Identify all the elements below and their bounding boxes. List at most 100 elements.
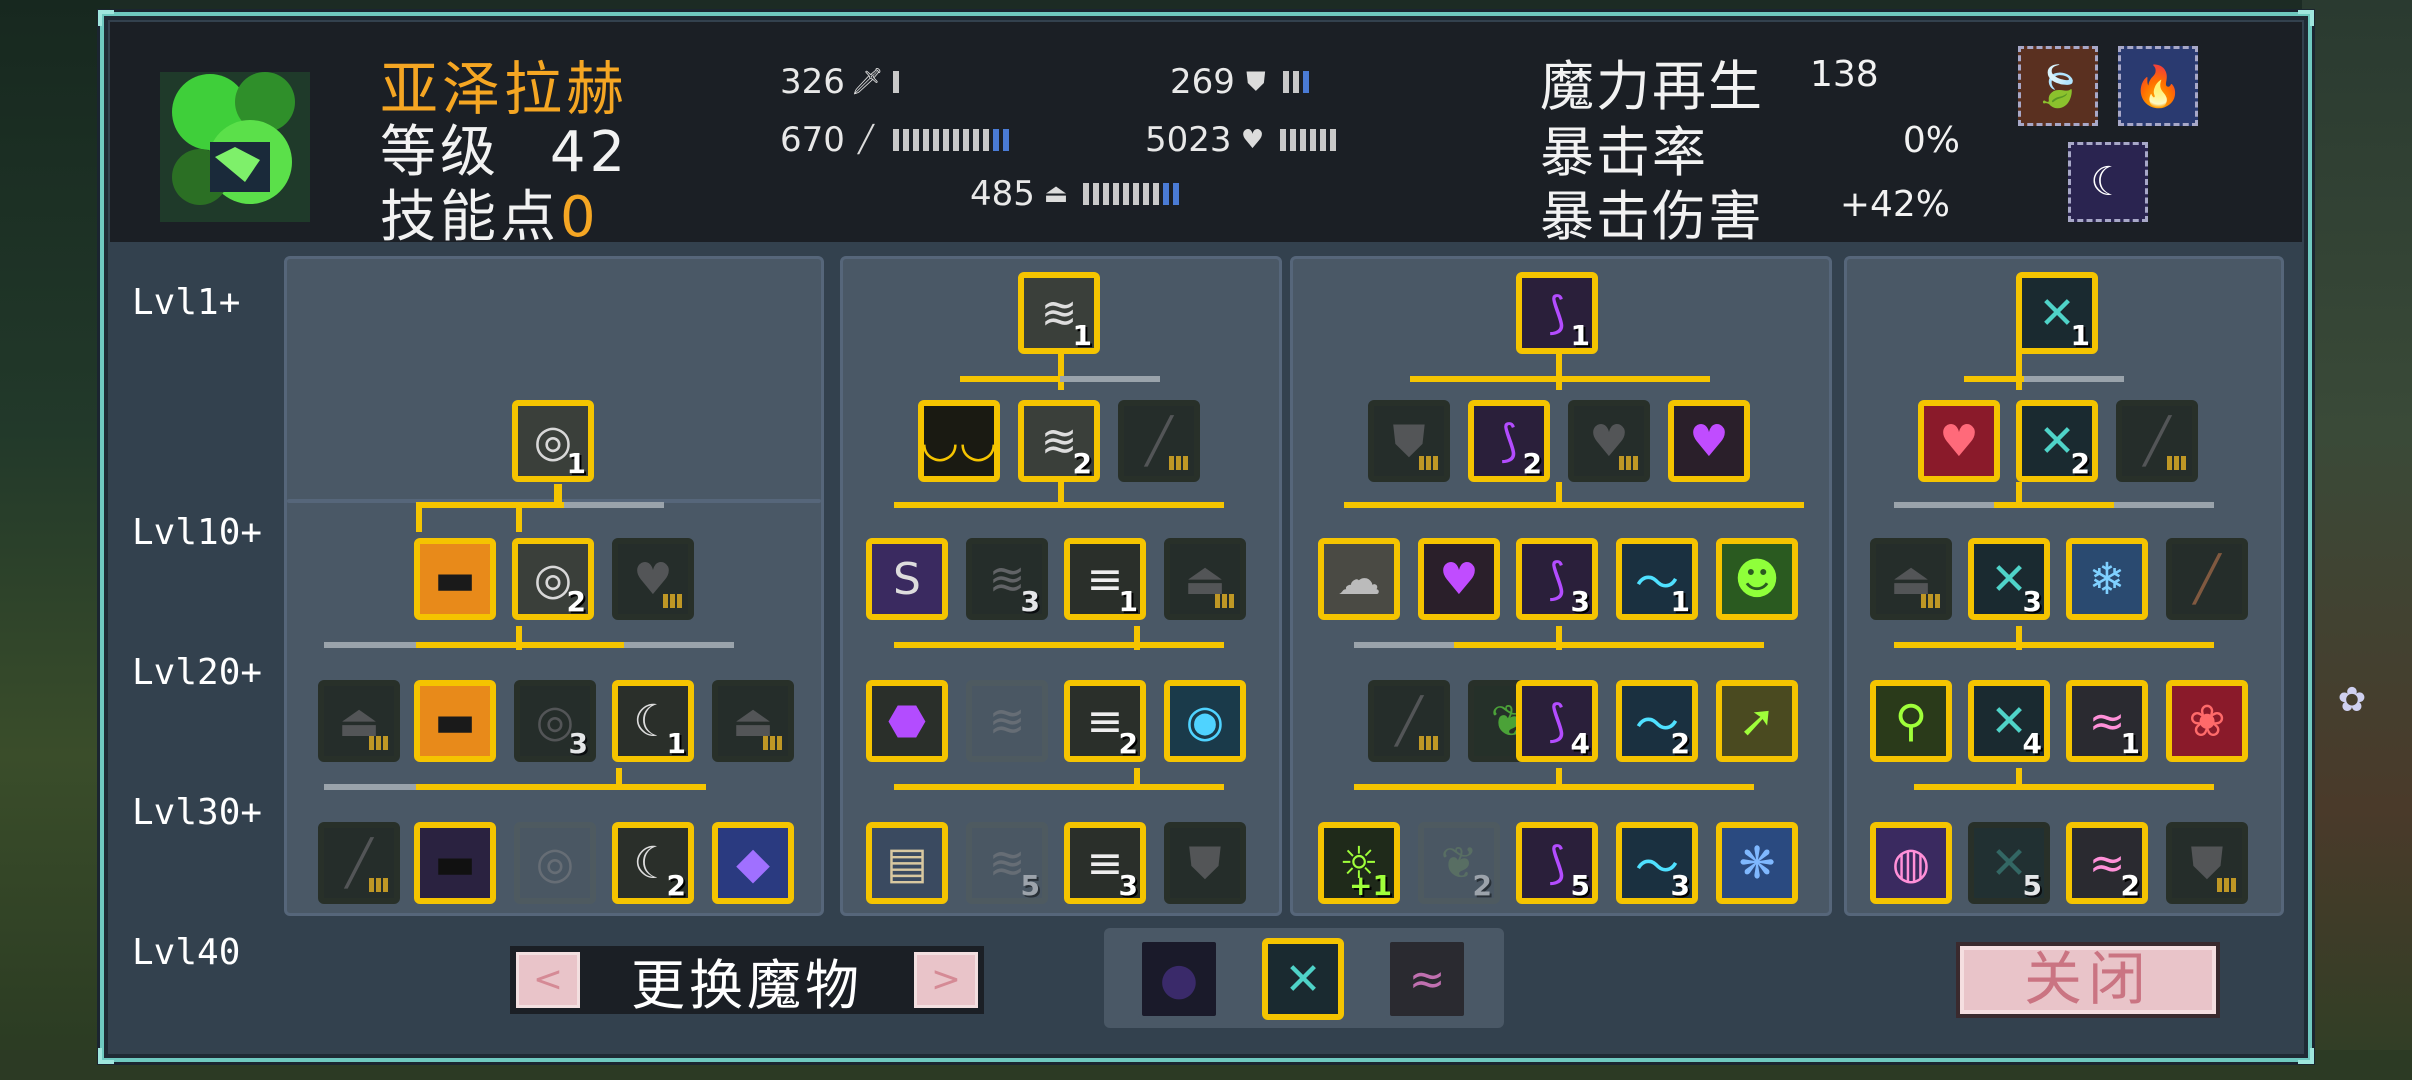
skill-node-aqua-vortex[interactable]: ◉ bbox=[1164, 680, 1246, 762]
skill-node-wind-slash[interactable]: ◎ 1 bbox=[512, 400, 594, 482]
tier-label: Lvl20+ bbox=[132, 652, 263, 693]
wind-form-selected[interactable]: ✕ bbox=[1262, 938, 1344, 1020]
skill-node-gale[interactable]: ☾ 1 bbox=[612, 680, 694, 762]
shield-icon: ⛊ bbox=[1246, 67, 1266, 97]
skill-node-zap-2[interactable]: 〜 2 bbox=[1616, 680, 1698, 762]
skill-node-void-claw-5[interactable]: ⟆ 5 bbox=[1516, 822, 1598, 904]
skill-node-pink-streak[interactable]: ≈ 1 bbox=[2066, 680, 2148, 762]
tornado-icon: ≋ bbox=[988, 695, 1026, 747]
purple-claw-icon: ⟆ bbox=[1548, 837, 1566, 889]
pink-streak-icon: ≈ bbox=[1408, 953, 1446, 1005]
attack-stat: 326 🗡 bbox=[780, 62, 899, 102]
skill-node-pink-orb[interactable]: ◍ bbox=[1870, 822, 1952, 904]
fire-shield-icon[interactable]: 🔥 bbox=[2118, 46, 2198, 126]
moon-icon[interactable]: ☾ bbox=[2068, 142, 2148, 222]
character-header: 亚泽拉赫 等级 42 技能点0 326 🗡 670 ╱ 269 ⛊ 5023 ♥ bbox=[110, 22, 2302, 250]
health-value: 5023 bbox=[1145, 120, 1232, 160]
skill-node-shield-locked-2[interactable]: ⛊ bbox=[1368, 400, 1450, 482]
dark-orb-form[interactable]: ● bbox=[1138, 938, 1220, 1020]
skill-node-cloud[interactable]: ☁ bbox=[1318, 538, 1400, 620]
skill-node-green-imp[interactable]: ☻ bbox=[1716, 538, 1798, 620]
skill-node-heart-locked-2[interactable]: ♥ bbox=[1568, 400, 1650, 482]
skill-node-potion[interactable]: ⬣ bbox=[866, 680, 948, 762]
skill-node-wind-locked[interactable]: ◎ 3 bbox=[514, 680, 596, 762]
crit-damage-value: +42% bbox=[1839, 184, 1950, 225]
monster-portrait bbox=[160, 72, 310, 222]
forest-background-right bbox=[2302, 0, 2412, 1080]
skill-node-boot-locked-3[interactable]: ⏏ bbox=[1164, 538, 1246, 620]
skill-node-storm-crystal[interactable]: ◆ bbox=[712, 822, 794, 904]
skill-node-wand-locked-2[interactable]: ╱ bbox=[1118, 400, 1200, 482]
skill-node-shield-locked-3[interactable]: ⛊ bbox=[2166, 822, 2248, 904]
mask-icon: ▬ bbox=[434, 837, 476, 889]
forest-background-left bbox=[0, 0, 110, 1080]
magic-bars bbox=[892, 129, 1009, 151]
skill-node-void-claw-4[interactable]: ⟆ 4 bbox=[1516, 680, 1598, 762]
skill-node-purple-heart[interactable]: ♥ bbox=[1668, 400, 1750, 482]
skill-node-sun-ring[interactable]: ☼ +1 bbox=[1318, 822, 1400, 904]
skill-node-wand-locked[interactable]: ╱ bbox=[318, 822, 400, 904]
skill-node-wand-locked-3[interactable]: ╱ bbox=[1368, 680, 1450, 762]
leaf-up-icon[interactable]: 🍃 bbox=[2018, 46, 2098, 126]
skill-node-wand-locked-4[interactable]: ╱ bbox=[2116, 400, 2198, 482]
skill-node-void-claw[interactable]: ⟆ 1 bbox=[1516, 272, 1598, 354]
tier-label: Lvl30+ bbox=[132, 792, 263, 833]
skill-node-cross-slash-4[interactable]: ✕ 4 bbox=[1968, 680, 2050, 762]
purple-potion-icon: ⬣ bbox=[887, 695, 927, 747]
skill-node-crimson-bloom[interactable]: ❀ bbox=[2166, 680, 2248, 762]
angry-face-icon: ▬ bbox=[434, 553, 476, 605]
skill-node-dagger-locked[interactable]: ╱ bbox=[2166, 538, 2248, 620]
skill-node-wind-slash-2[interactable]: ◎ 2 bbox=[512, 538, 594, 620]
skill-node-cyclone[interactable]: S bbox=[866, 538, 948, 620]
skill-node-rage[interactable]: ▬ bbox=[414, 680, 496, 762]
skill-node-shadow-mask[interactable]: ▬ bbox=[414, 822, 496, 904]
skill-node-frost-rune[interactable]: ❋ bbox=[1716, 822, 1798, 904]
skill-node-staff[interactable]: ⚲ bbox=[1870, 680, 1952, 762]
skill-node-zap[interactable]: 〜 1 bbox=[1616, 538, 1698, 620]
pink-form[interactable]: ≈ bbox=[1386, 938, 1468, 1020]
prev-monster-button[interactable]: < bbox=[516, 952, 580, 1008]
skill-node-scroll[interactable]: ▤ bbox=[866, 822, 948, 904]
skill-node-tornado-faded[interactable]: ≋ bbox=[966, 680, 1048, 762]
skill-node-cross-locked[interactable]: ✕ 5 bbox=[1968, 822, 2050, 904]
skill-node-fury[interactable]: ▬ bbox=[414, 538, 496, 620]
skill-node-boot-locked-2[interactable]: ⏏ bbox=[712, 680, 794, 762]
skill-node-boot-locked[interactable]: ⏏ bbox=[318, 680, 400, 762]
skill-node-heart-plus[interactable]: ♥ bbox=[1918, 400, 2000, 482]
skill-points-label: 技能点 bbox=[380, 185, 560, 250]
skill-node-cross-slash-2[interactable]: ✕ 2 bbox=[2016, 400, 2098, 482]
skill-node-cross-slash-3[interactable]: ✕ 3 bbox=[1968, 538, 2050, 620]
skill-node-gust-3[interactable]: ≡ 3 bbox=[1064, 822, 1146, 904]
skill-node-pink-streak-2[interactable]: ≈ 2 bbox=[2066, 822, 2148, 904]
skill-node-purple-heart-2[interactable]: ♥ bbox=[1418, 538, 1500, 620]
skill-node-tornado-locked[interactable]: ≋ 3 bbox=[966, 538, 1048, 620]
skill-node-wind-faded[interactable]: ◎ bbox=[514, 822, 596, 904]
skill-node-tempest[interactable]: ☾ 2 bbox=[612, 822, 694, 904]
skill-node-eyes[interactable]: ◡◡ bbox=[918, 400, 1000, 482]
skill-node-gust-2[interactable]: ≡ 2 bbox=[1064, 680, 1146, 762]
skill-node-leaf-faded[interactable]: ❦ 2 bbox=[1418, 822, 1500, 904]
skill-node-void-claw-3[interactable]: ⟆ 3 bbox=[1516, 538, 1598, 620]
skill-node-cross-slash[interactable]: ✕ 1 bbox=[2016, 272, 2098, 354]
teal-cross-icon: ✕ bbox=[1284, 953, 1322, 1005]
cloud-icon: ☁ bbox=[1337, 553, 1381, 605]
purple-heart-icon: ♥ bbox=[1439, 553, 1479, 605]
skill-node-boot-locked-4[interactable]: ⏏ bbox=[1870, 538, 1952, 620]
skill-node-tornado-2[interactable]: ≋ 2 bbox=[1018, 400, 1100, 482]
next-monster-button[interactable]: > bbox=[914, 952, 978, 1008]
skill-node-tornado-faded-2[interactable]: ≋ 5 bbox=[966, 822, 1048, 904]
speed-value: 485 bbox=[970, 174, 1035, 214]
crystal-icon: ◆ bbox=[736, 837, 770, 889]
skill-node-heart-locked[interactable]: ♥ bbox=[612, 538, 694, 620]
skill-node-gust[interactable]: ≡ 1 bbox=[1064, 538, 1146, 620]
skill-node-void-claw-2[interactable]: ⟆ 2 bbox=[1468, 400, 1550, 482]
skill-node-tornado[interactable]: ≋ 1 bbox=[1018, 272, 1100, 354]
purple-claw-icon: ⟆ bbox=[1548, 695, 1566, 747]
skill-node-nature-burst[interactable]: ➚ bbox=[1716, 680, 1798, 762]
skill-node-zap-3[interactable]: 〜 3 bbox=[1616, 822, 1698, 904]
skill-node-shield-locked[interactable]: ⛊ bbox=[1164, 822, 1246, 904]
speed-bars bbox=[1082, 183, 1179, 205]
close-button[interactable]: 关闭 bbox=[1956, 942, 2220, 1018]
speed-stat: 485 ⏏ bbox=[970, 174, 1179, 214]
skill-node-water-splash[interactable]: ❄ bbox=[2066, 538, 2148, 620]
